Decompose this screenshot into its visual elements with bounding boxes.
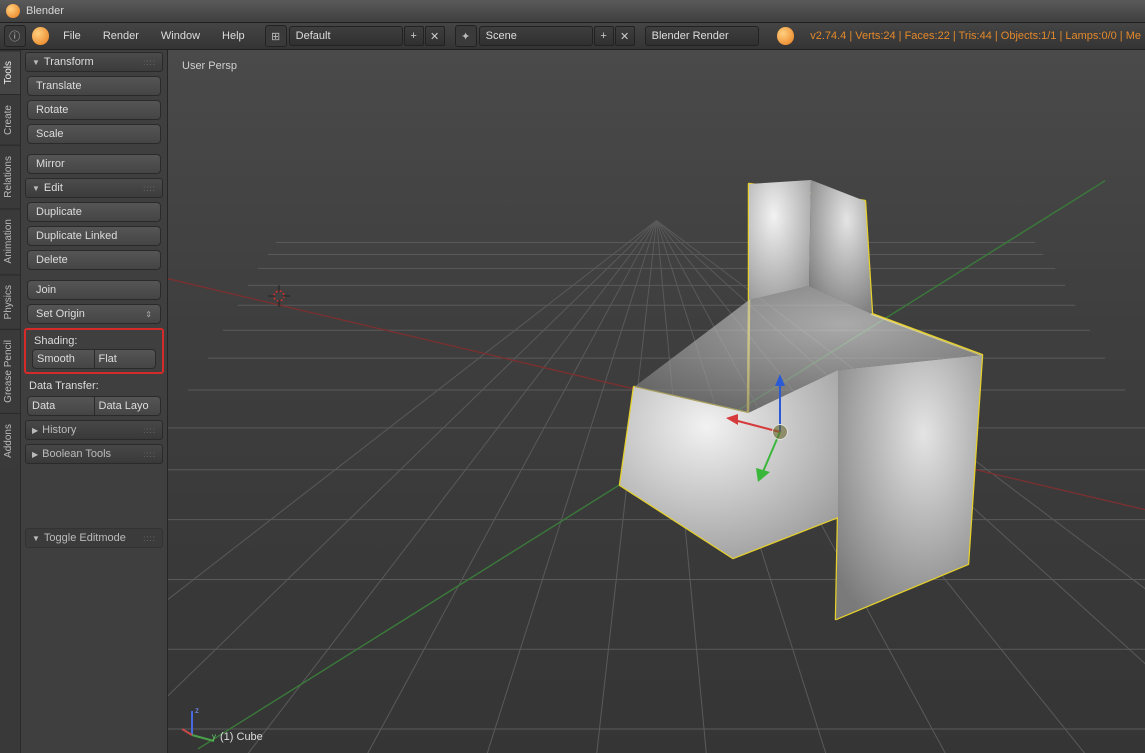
layout-remove-button[interactable]: ✕ [425, 26, 445, 46]
svg-text:y: y [212, 732, 216, 741]
blender-logo-icon [32, 27, 50, 45]
tool-shelf-tabs: Tools Create Relations Animation Physics… [0, 50, 21, 753]
vtab-create[interactable]: Create [0, 94, 20, 145]
shading-smooth-button[interactable]: Smooth [32, 349, 95, 369]
viewport-3d[interactable]: User Persp [168, 50, 1145, 753]
menu-render[interactable]: Render [93, 26, 149, 46]
scene-add-button[interactable]: + [594, 26, 614, 46]
panel-header-toggle-editmode[interactable]: ▼ Toggle Editmode :::: [25, 528, 163, 548]
vtab-tools[interactable]: Tools [0, 50, 20, 94]
shading-highlight: Shading: Smooth Flat [24, 328, 164, 374]
menu-help[interactable]: Help [212, 26, 255, 46]
collapse-icon: ▼ [32, 58, 40, 67]
axis-y-arrow-icon [756, 468, 770, 482]
object-origin-icon [772, 424, 788, 440]
layout-selector-label: Default [296, 30, 331, 42]
main-menubar: ⓘ File Render Window Help ⊞ Default + ✕ … [0, 23, 1145, 50]
updown-arrows-icon: ⇕ [145, 310, 152, 319]
grip-icon: :::: [143, 184, 156, 193]
data-button[interactable]: Data [27, 396, 95, 416]
panel-title-edit: Edit [44, 182, 63, 194]
vtab-animation[interactable]: Animation [0, 208, 20, 273]
vtab-grease-pencil[interactable]: Grease Pencil [0, 329, 20, 413]
render-engine-label: Blender Render [652, 30, 729, 42]
scene-selector[interactable]: Scene [479, 26, 593, 46]
vtab-physics[interactable]: Physics [0, 274, 20, 329]
join-button[interactable]: Join [27, 280, 161, 300]
window-titlebar: Blender [0, 0, 1145, 23]
layout-add-button[interactable]: + [404, 26, 424, 46]
collapse-icon: ▼ [32, 184, 40, 193]
panel-title-transform: Transform [44, 56, 94, 68]
duplicate-linked-button[interactable]: Duplicate Linked [27, 226, 161, 246]
translate-button[interactable]: Translate [27, 76, 161, 96]
axis-x-arrow-icon [726, 414, 738, 425]
scene-statistics: v2.74.4 | Verts:24 | Faces:22 | Tris:44 … [810, 30, 1141, 42]
blender-logo-icon [6, 4, 20, 18]
grip-icon: :::: [143, 58, 156, 67]
vtab-addons[interactable]: Addons [0, 413, 20, 468]
editor-type-icon[interactable]: ⓘ [4, 25, 26, 47]
workspace: Tools Create Relations Animation Physics… [0, 50, 1145, 753]
panel-title-boolean: Boolean Tools [42, 448, 111, 460]
mini-axis-icon: z y [182, 705, 222, 745]
window-title: Blender [26, 5, 64, 17]
tool-shelf: ▼ Transform :::: Translate Rotate Scale … [21, 50, 168, 753]
grip-icon: :::: [143, 450, 156, 459]
set-origin-dropdown[interactable]: Set Origin ⇕ [27, 304, 161, 324]
rotate-button[interactable]: Rotate [27, 100, 161, 120]
delete-button[interactable]: Delete [27, 250, 161, 270]
data-transfer-label: Data Transfer: [29, 380, 159, 392]
axis-z-arrow-icon [775, 374, 785, 386]
scene-selector-label: Scene [486, 30, 517, 42]
shading-label: Shading: [34, 335, 154, 347]
grip-icon: :::: [143, 534, 156, 543]
expand-icon: ▶ [32, 426, 38, 435]
menu-file[interactable]: File [53, 26, 91, 46]
collapse-icon: ▼ [32, 534, 40, 543]
scene-remove-button[interactable]: ✕ [615, 26, 635, 46]
blender-logo-icon [777, 27, 795, 45]
panel-title-history: History [42, 424, 76, 436]
panel-header-history[interactable]: ▶ History :::: [25, 420, 163, 440]
render-engine-selector[interactable]: Blender Render [645, 26, 759, 46]
shading-flat-button[interactable]: Flat [95, 349, 157, 369]
scale-button[interactable]: Scale [27, 124, 161, 144]
screen-layout-icon[interactable]: ⊞ [265, 25, 287, 47]
layout-selector[interactable]: Default [289, 26, 403, 46]
grip-icon: :::: [143, 426, 156, 435]
mirror-button[interactable]: Mirror [27, 154, 161, 174]
vtab-relations[interactable]: Relations [0, 145, 20, 208]
data-layout-button[interactable]: Data Layo [95, 396, 162, 416]
panel-header-boolean[interactable]: ▶ Boolean Tools :::: [25, 444, 163, 464]
active-object-label: (1) Cube [220, 731, 263, 743]
svg-text:z: z [195, 706, 199, 715]
duplicate-button[interactable]: Duplicate [27, 202, 161, 222]
panel-header-edit[interactable]: ▼ Edit :::: [25, 178, 163, 198]
scene-icon[interactable]: ✦ [455, 25, 477, 47]
panel-header-transform[interactable]: ▼ Transform :::: [25, 52, 163, 72]
expand-icon: ▶ [32, 450, 38, 459]
set-origin-label: Set Origin [36, 308, 85, 320]
menu-window[interactable]: Window [151, 26, 210, 46]
panel-title-toggle-editmode: Toggle Editmode [44, 532, 126, 544]
